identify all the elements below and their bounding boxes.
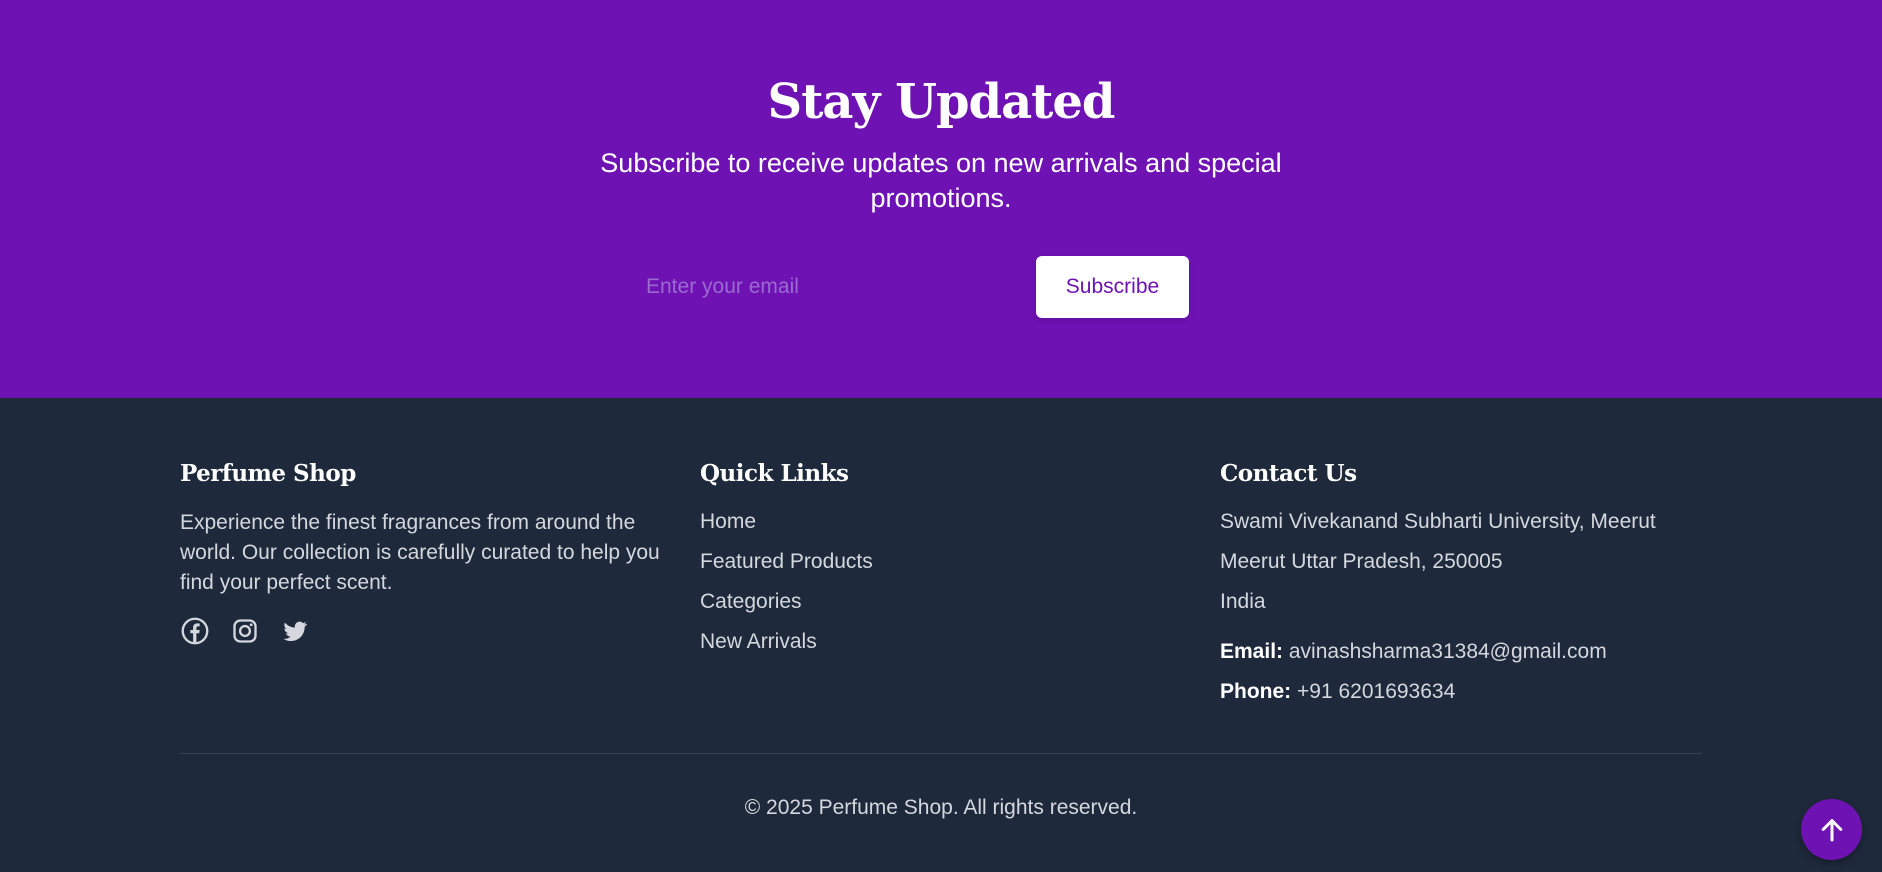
newsletter-title: Stay Updated [767, 74, 1116, 130]
footer-quick-links-column: Quick Links Home Featured Products Categ… [700, 458, 1100, 668]
email-value[interactable]: avinashsharma31384@gmail.com [1289, 640, 1607, 663]
copyright-text: © 2025 Perfume Shop. All rights reserved… [744, 796, 1138, 819]
twitter-icon[interactable] [280, 616, 310, 646]
newsletter-form: Subscribe [624, 256, 1189, 318]
brand-heading: Perfume Shop [180, 460, 356, 487]
social-links [180, 616, 660, 646]
quick-link-featured-products[interactable]: Featured Products [700, 550, 873, 573]
quick-link-new-arrivals[interactable]: New Arrivals [700, 630, 817, 653]
footer-contact-column: Contact Us Swami Vivekanand Subharti Uni… [1220, 458, 1740, 718]
address-line: Swami Vivekanand Subharti University, Me… [1220, 510, 1656, 533]
quick-link-categories[interactable]: Categories [700, 590, 802, 613]
footer-divider [180, 753, 1702, 754]
quick-links-list: Home Featured Products Categories New Ar… [700, 508, 1100, 656]
instagram-icon[interactable] [230, 616, 260, 646]
phone-value[interactable]: +91 6201693634 [1297, 680, 1455, 703]
contact-heading: Contact Us [1220, 460, 1357, 487]
back-to-top-button[interactable] [1801, 799, 1862, 860]
phone-label: Phone: [1220, 680, 1292, 703]
footer-brand-column: Perfume Shop Experience the finest fragr… [180, 458, 660, 646]
quick-links-heading: Quick Links [700, 460, 849, 487]
brand-description: Experience the finest fragrances from ar… [180, 511, 660, 594]
contact-phone: Phone: +91 6201693634 [1220, 678, 1740, 706]
arrow-up-icon [1821, 818, 1842, 841]
newsletter-subtitle: Subscribe to receive updates on new arri… [600, 148, 1282, 213]
facebook-icon[interactable] [180, 616, 210, 646]
address-line: India [1220, 590, 1266, 613]
newsletter-section: Stay Updated Subscribe to receive update… [0, 0, 1882, 398]
contact-email: Email: avinashsharma31384@gmail.com [1220, 638, 1740, 666]
address-line: Meerut Uttar Pradesh, 250005 [1220, 550, 1503, 573]
quick-link-home[interactable]: Home [700, 510, 756, 533]
email-label: Email: [1220, 640, 1284, 663]
site-footer: Perfume Shop Experience the finest fragr… [0, 398, 1882, 872]
subscribe-button[interactable]: Subscribe [1036, 256, 1189, 318]
email-input[interactable] [624, 256, 1026, 318]
